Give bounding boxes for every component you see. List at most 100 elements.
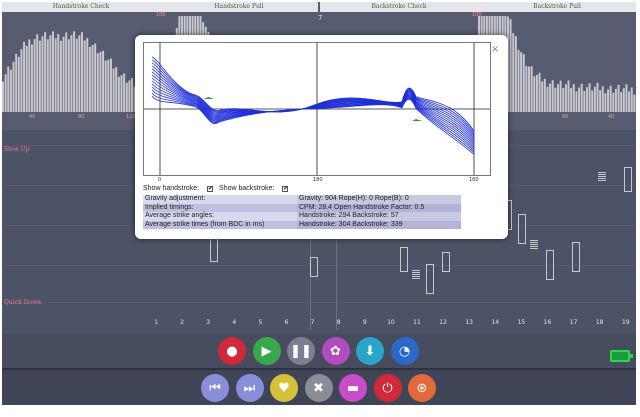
histogram-bar — [33, 39, 36, 112]
bell-number: 2 — [180, 319, 184, 326]
histogram-bar — [551, 80, 554, 112]
strike-mark — [530, 240, 538, 250]
histogram-bar — [628, 91, 631, 112]
histogram-bar — [123, 73, 126, 112]
strike-mark — [546, 250, 554, 280]
histogram-bar — [109, 58, 112, 112]
histogram-bar — [44, 32, 47, 112]
histogram-bar — [633, 94, 636, 112]
axis-tick: 40 — [608, 114, 615, 120]
close-icon[interactable]: × — [491, 44, 499, 55]
strike-mark — [598, 172, 606, 182]
histogram-bar — [17, 56, 20, 112]
histogram-bar — [580, 83, 583, 112]
axis-tick: 180 — [313, 177, 323, 183]
skip-back-button[interactable]: ⏮ — [201, 374, 229, 402]
help-icon: ⊛ — [416, 380, 428, 396]
bell-number: 18 — [595, 319, 604, 326]
histogram-title: Handstroke Pull — [160, 2, 318, 12]
bell-number: 5 — [258, 319, 263, 326]
histogram-bar — [91, 45, 94, 112]
trace-group — [151, 56, 475, 155]
histogram-bar — [554, 87, 557, 112]
histogram-bar — [94, 43, 97, 112]
histogram-bar — [509, 19, 512, 112]
histogram-bar — [70, 35, 73, 112]
histogram-bar — [622, 88, 625, 112]
histogram-bar — [578, 87, 581, 112]
record-button[interactable]: ● — [218, 337, 246, 365]
skip-back-icon: ⏮ — [209, 380, 221, 396]
histogram-bar — [23, 41, 26, 112]
help-button[interactable]: ⊛ — [408, 374, 436, 402]
play-icon: ▶ — [261, 343, 272, 359]
gauge-button[interactable]: ◔ — [390, 337, 419, 365]
histogram-bar — [57, 34, 60, 112]
histogram-bar — [62, 36, 65, 112]
favorite-button[interactable]: ♥ — [270, 374, 298, 402]
show-backstroke-checkbox[interactable]: ✔ — [282, 185, 288, 192]
histogram-bar — [575, 91, 578, 112]
histogram-bar — [520, 52, 523, 112]
stats-label: Average strike times (from BDC in ms) — [143, 220, 297, 229]
marker-icon — [412, 119, 422, 121]
histogram-bar — [20, 49, 23, 112]
histogram-bar — [572, 84, 575, 112]
histogram-bar — [538, 72, 541, 112]
bell-number: 1 — [154, 319, 158, 326]
trace-toggle-row: Show handstroke: ✔ Show backstroke: ✔ — [143, 185, 288, 192]
histogram-bar — [522, 53, 525, 112]
histogram-bar — [567, 80, 570, 112]
play-button[interactable]: ▶ — [252, 337, 281, 365]
histogram-bar — [549, 83, 552, 112]
stats-value: Handstroke: 294 Backstroke: 57 — [297, 212, 461, 221]
stats-row: Implied timings: CPM: 28.4 Open Handstrok… — [143, 203, 461, 212]
strike-mark — [624, 167, 632, 192]
histogram-bar — [67, 39, 70, 112]
histogram-bar — [96, 53, 99, 112]
bell-number: 11 — [413, 319, 421, 326]
axis-tick: 80 — [78, 114, 85, 120]
gauge-icon: ◔ — [398, 343, 411, 359]
app-window: Handstroke Check 40 80 120 Handstroke Pu… — [2, 2, 636, 405]
histogram-bar — [36, 34, 39, 112]
show-handstroke-checkbox[interactable]: ✔ — [207, 185, 213, 192]
rope-trace-line — [151, 59, 475, 134]
toggle-icon: ▬ — [346, 380, 360, 396]
download-button[interactable]: ⬇ — [356, 337, 384, 365]
axis-tick: 0 — [158, 177, 162, 183]
rope-trace-line — [151, 86, 475, 150]
pause-button[interactable]: ❚❚ — [287, 337, 315, 365]
clear-button[interactable]: ✖ — [304, 374, 333, 402]
stats-table: Gravity adjustment: Gravity: 904 Rope(H):… — [143, 195, 461, 229]
histogram-bar — [120, 75, 123, 112]
rope-trace-svg — [144, 43, 490, 175]
rope-trace-plot — [143, 42, 491, 176]
strike-mark — [310, 257, 318, 277]
histogram-bar — [599, 90, 602, 112]
toggle-button[interactable]: ▬ — [339, 374, 367, 402]
histogram-bar — [535, 74, 538, 112]
histogram-bar — [604, 93, 607, 112]
bell-number: 8 — [336, 319, 341, 326]
strike-mark — [412, 270, 420, 280]
histogram-bar — [514, 36, 517, 112]
histogram-bar — [65, 32, 68, 112]
histogram-bar — [512, 33, 515, 112]
skip-forward-button[interactable]: ⏭ — [235, 374, 264, 402]
bell-number: 14 — [491, 319, 500, 326]
bell-number: 19 — [621, 319, 630, 326]
bell-number: 12 — [439, 319, 447, 326]
power-button[interactable]: ⏻ — [373, 374, 402, 402]
bell-number: 17 — [569, 319, 578, 326]
bell-number: 10 — [387, 319, 395, 326]
axis-tick: 40 — [29, 114, 36, 120]
histogram-bar — [588, 83, 591, 112]
histogram-bar — [591, 90, 594, 112]
histogram-bar — [609, 85, 612, 112]
stats-row: Average strike times (from BDC in ms) Han… — [143, 220, 461, 229]
settings-button[interactable]: ✿ — [321, 337, 350, 365]
battery-icon — [610, 350, 633, 362]
histogram-bar — [9, 69, 12, 112]
histogram-bar — [54, 38, 57, 112]
